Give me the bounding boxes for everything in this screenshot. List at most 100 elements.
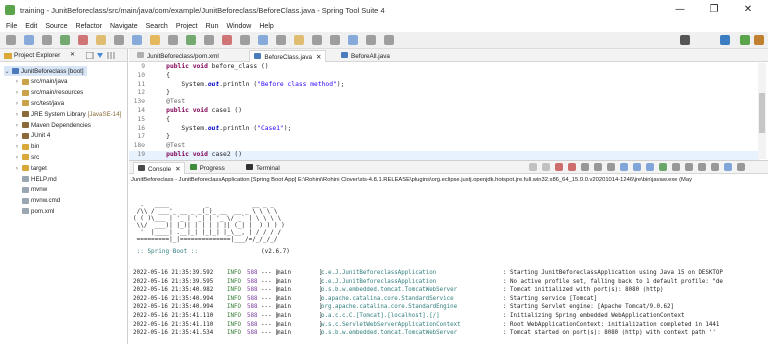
console-toolbar-button[interactable] bbox=[529, 163, 537, 171]
maximize-button[interactable]: ❐ bbox=[704, 3, 724, 17]
toolbar-button[interactable] bbox=[132, 35, 142, 45]
code-token: } bbox=[151, 89, 170, 97]
editor-tab[interactable]: BeforeClass.java ✕ bbox=[249, 50, 327, 62]
console-tab[interactable]: Console ✕ bbox=[133, 162, 186, 174]
tree-item[interactable]: › src/main/java bbox=[14, 77, 68, 87]
project-explorer-tab[interactable]: Project Explorer ✕ bbox=[0, 49, 127, 62]
toolbar-button[interactable] bbox=[6, 35, 16, 45]
tree-item-label: mvnw bbox=[31, 186, 48, 194]
expand-toggle-icon[interactable]: › bbox=[14, 78, 20, 85]
toolbar-button[interactable] bbox=[168, 35, 178, 45]
project-icon bbox=[12, 68, 19, 74]
search-icon[interactable] bbox=[680, 35, 690, 45]
toolbar-button[interactable] bbox=[78, 35, 88, 45]
toolbar-button[interactable] bbox=[312, 35, 322, 45]
toolbar-button[interactable] bbox=[96, 35, 106, 45]
code-text: } bbox=[151, 89, 170, 98]
toolbar-button[interactable] bbox=[384, 35, 394, 45]
console-toolbar-button[interactable] bbox=[633, 163, 641, 171]
console-toolbar-button[interactable] bbox=[542, 163, 550, 171]
expand-toggle-icon[interactable]: › bbox=[14, 111, 20, 118]
expand-toggle-icon[interactable]: › bbox=[14, 143, 20, 150]
close-button[interactable]: ✕ bbox=[738, 3, 758, 17]
perspective-java-icon[interactable] bbox=[720, 35, 730, 45]
close-tab-icon[interactable]: ✕ bbox=[316, 54, 321, 61]
expand-toggle-icon[interactable]: › bbox=[14, 165, 20, 172]
console-toolbar-button[interactable] bbox=[698, 163, 706, 171]
code-editor[interactable]: 9 public void before_class () 10 {11 Syst… bbox=[129, 62, 768, 160]
toolbar-button[interactable] bbox=[366, 35, 376, 45]
toolbar-button[interactable] bbox=[204, 35, 214, 45]
toolbar-button[interactable] bbox=[348, 35, 358, 45]
console-toolbar-button[interactable] bbox=[659, 163, 667, 171]
toolbar-button[interactable] bbox=[150, 35, 160, 45]
toolbar-button[interactable] bbox=[330, 35, 340, 45]
toolbar-button[interactable] bbox=[186, 35, 196, 45]
toolbar-button[interactable] bbox=[60, 35, 70, 45]
perspective-spring-icon[interactable] bbox=[740, 35, 750, 45]
log-pid: 588 bbox=[247, 278, 258, 285]
console-toolbar-button[interactable] bbox=[737, 163, 745, 171]
menu-item-edit[interactable]: Edit bbox=[25, 23, 37, 30]
close-view-icon[interactable]: ✕ bbox=[70, 51, 75, 58]
console-tab[interactable]: Terminal bbox=[242, 162, 284, 174]
tree-item[interactable]: ⌄ JunitBeforeclass [boot] bbox=[4, 66, 87, 76]
menu-item-run[interactable]: Run bbox=[206, 23, 219, 30]
tree-item[interactable]: › target bbox=[14, 163, 47, 173]
menu-item-project[interactable]: Project bbox=[176, 23, 198, 30]
expand-toggle-icon[interactable]: › bbox=[14, 132, 20, 139]
tree-item[interactable]: › JUnit 4 bbox=[14, 131, 50, 141]
toolbar-button[interactable] bbox=[276, 35, 286, 45]
toolbar-button[interactable] bbox=[240, 35, 250, 45]
console-tab[interactable]: Progress bbox=[186, 162, 229, 174]
console-toolbar-button[interactable] bbox=[568, 163, 576, 171]
toolbar-button[interactable] bbox=[222, 35, 232, 45]
toolbar-button[interactable] bbox=[24, 35, 34, 45]
editor-vertical-scrollbar[interactable] bbox=[758, 63, 766, 159]
toolbar-button[interactable] bbox=[294, 35, 304, 45]
minimize-button[interactable]: — bbox=[670, 3, 690, 17]
tree-item[interactable]: HELP.md bbox=[14, 174, 57, 184]
expand-toggle-icon[interactable]: › bbox=[14, 100, 20, 107]
tree-item[interactable]: pom.xml bbox=[14, 206, 54, 216]
console-toolbar-button[interactable] bbox=[594, 163, 602, 171]
menu-item-source[interactable]: Source bbox=[45, 23, 67, 30]
menu-item-file[interactable]: File bbox=[6, 23, 17, 30]
tree-item[interactable]: › bin bbox=[14, 142, 39, 152]
tree-item[interactable]: › src/test/java bbox=[14, 98, 64, 108]
console-toolbar-button[interactable] bbox=[672, 163, 680, 171]
toolbar-button[interactable] bbox=[42, 35, 52, 45]
code-token: @Test bbox=[151, 98, 186, 106]
tree-item[interactable]: › src/main/resources bbox=[14, 88, 83, 98]
code-text: public void case1 () bbox=[151, 107, 242, 116]
toolbar-button[interactable] bbox=[258, 35, 268, 45]
toolbar-button[interactable] bbox=[114, 35, 124, 45]
console-toolbar-button[interactable] bbox=[711, 163, 719, 171]
console-toolbar-button[interactable] bbox=[685, 163, 693, 171]
tree-item[interactable]: › JRE System Library [JavaSE-14] bbox=[14, 109, 122, 119]
menu-item-search[interactable]: Search bbox=[146, 23, 168, 30]
expand-toggle-icon[interactable]: › bbox=[14, 89, 20, 96]
tree-item[interactable]: › Maven Dependencies bbox=[14, 120, 91, 130]
console-toolbar-button[interactable] bbox=[620, 163, 628, 171]
menu-item-help[interactable]: Help bbox=[259, 23, 273, 30]
close-tab-icon[interactable]: ✕ bbox=[175, 166, 180, 173]
expand-toggle-icon[interactable]: › bbox=[14, 154, 20, 161]
editor-tab[interactable]: JunitBeforeclass/pom.xml bbox=[133, 50, 223, 62]
editor-tab[interactable]: BeforeAll.java bbox=[337, 50, 394, 62]
perspective-debug-icon[interactable] bbox=[754, 35, 764, 45]
tree-item[interactable]: mvnw bbox=[14, 185, 47, 195]
console-toolbar-button[interactable] bbox=[724, 163, 732, 171]
menu-item-refactor[interactable]: Refactor bbox=[76, 23, 102, 30]
console-toolbar-button[interactable] bbox=[607, 163, 615, 171]
expand-toggle-icon[interactable]: ⌄ bbox=[4, 68, 10, 75]
view-toolbar-icons[interactable] bbox=[86, 52, 116, 59]
expand-toggle-icon[interactable]: › bbox=[14, 122, 20, 129]
console-toolbar-button[interactable] bbox=[646, 163, 654, 171]
console-toolbar-button[interactable] bbox=[581, 163, 589, 171]
tree-item[interactable]: mvnw.cmd bbox=[14, 196, 60, 206]
menu-item-navigate[interactable]: Navigate bbox=[110, 23, 138, 30]
menu-item-window[interactable]: Window bbox=[226, 23, 251, 30]
console-toolbar-button[interactable] bbox=[555, 163, 563, 171]
tree-item[interactable]: › src bbox=[14, 152, 39, 162]
